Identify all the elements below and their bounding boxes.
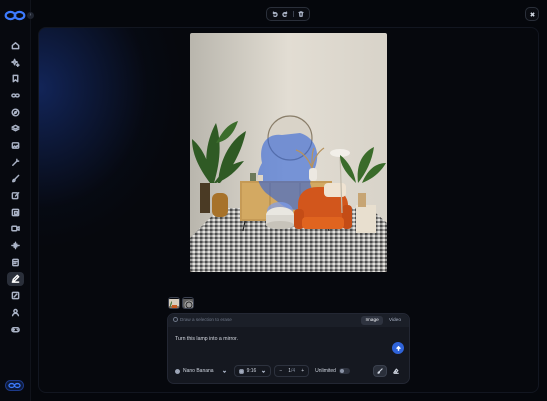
nav-home[interactable] [0,37,31,54]
nav-edit[interactable] [0,187,31,204]
nav-explore[interactable] [0,54,31,71]
model-selector[interactable]: Nano Banana [171,365,231,377]
close-button[interactable] [525,7,539,21]
nav-video[interactable] [0,221,31,238]
crop-icon [11,208,20,217]
image-edit-icon [11,291,20,300]
decrement-button[interactable]: − [279,368,282,374]
nav-images[interactable] [0,137,31,154]
mode-video-tab[interactable]: Video [385,316,405,325]
send-button[interactable] [392,342,404,354]
brush-tool-button[interactable] [373,365,387,377]
infinity-icon [11,93,20,98]
active-highlight [7,271,24,286]
redo-icon[interactable] [282,11,288,17]
model-name: Nano Banana [183,368,214,374]
account-logo-button[interactable] [5,380,24,391]
compass-icon [11,108,20,117]
increment-button[interactable]: + [301,368,304,374]
aspect-ratio-icon [238,368,244,374]
magic-wand-icon [12,158,20,166]
eraser-tool-button[interactable] [389,365,403,377]
unlimited-label: Unlimited [315,368,336,374]
image-count-stepper: − 1/4 + [274,365,310,377]
document-icon [12,258,19,267]
count-total: /4 [291,368,296,374]
thumbnail-room[interactable] [168,297,180,309]
bookmark-icon [12,74,19,83]
edit-icon [11,192,20,200]
room-photo-canvas[interactable] [190,33,387,272]
nav-loop[interactable] [0,87,31,104]
history-toolbar [266,7,310,21]
model-icon [175,368,180,374]
users-icon [11,308,20,317]
brush-icon [12,174,20,183]
nav-saved[interactable] [0,70,31,87]
thumbnail-room-image [169,299,179,308]
nav-audio[interactable] [0,237,31,254]
close-icon [529,11,535,17]
mode-switch: Image Video [361,316,405,325]
toolbar-divider [292,11,294,17]
image-icon [11,142,20,149]
nav-brush[interactable] [0,171,31,188]
thumbnail-mirror-image [183,299,193,308]
nav-docs[interactable] [0,254,31,271]
undo-icon[interactable] [272,11,278,17]
prompt-input[interactable]: Turn this lamp into a mirror. [175,336,238,342]
nav-layers[interactable] [0,120,31,137]
app-logo[interactable] [4,9,26,22]
sidebar-collapse-toggle[interactable]: › [27,12,34,19]
chevron-down-icon [222,370,226,373]
nav-magic[interactable] [0,154,31,171]
sparkles-icon [11,58,20,67]
home-icon [11,41,20,50]
aspect-ratio-selector[interactable]: 9:16 [233,365,272,377]
nav-crop[interactable] [0,204,31,221]
eraser-icon [393,368,399,374]
sidebar-nav [0,37,31,337]
nav-discover[interactable] [0,104,31,121]
chevron-down-icon [262,370,266,373]
brush-icon [377,368,383,374]
selection-hint: Draw a selection to erase [173,317,232,322]
aspect-ratio-value: 9:16 [246,368,257,374]
nav-edit-image[interactable] [0,271,31,288]
sidebar: › [0,0,34,401]
mode-image-tab[interactable]: Image [361,316,383,325]
pen-edit-icon [11,275,20,284]
nav-games[interactable] [0,321,31,338]
video-icon [11,225,20,232]
reference-thumbnails [168,297,194,309]
prompt-header: Draw a selection to erase Image Video [168,314,409,327]
audio-wave-icon [11,241,20,250]
room-photo [190,33,387,272]
selection-hint-text: Draw a selection to erase [180,317,232,322]
infinity-logo-icon [8,382,21,389]
unlimited-toggle-group: Unlimited [311,365,354,377]
layers-icon [11,124,20,132]
info-icon [173,317,178,322]
nav-users[interactable] [0,304,31,321]
unlimited-toggle[interactable] [338,368,350,374]
arrow-up-icon [395,345,401,351]
gamepad-icon [11,326,20,333]
trash-icon[interactable] [298,11,304,17]
thumbnail-mirror[interactable] [182,297,194,309]
generation-controls: Nano Banana 9:16 − 1/4 + Unlimited [171,365,354,377]
nav-image-edit[interactable] [0,287,31,304]
